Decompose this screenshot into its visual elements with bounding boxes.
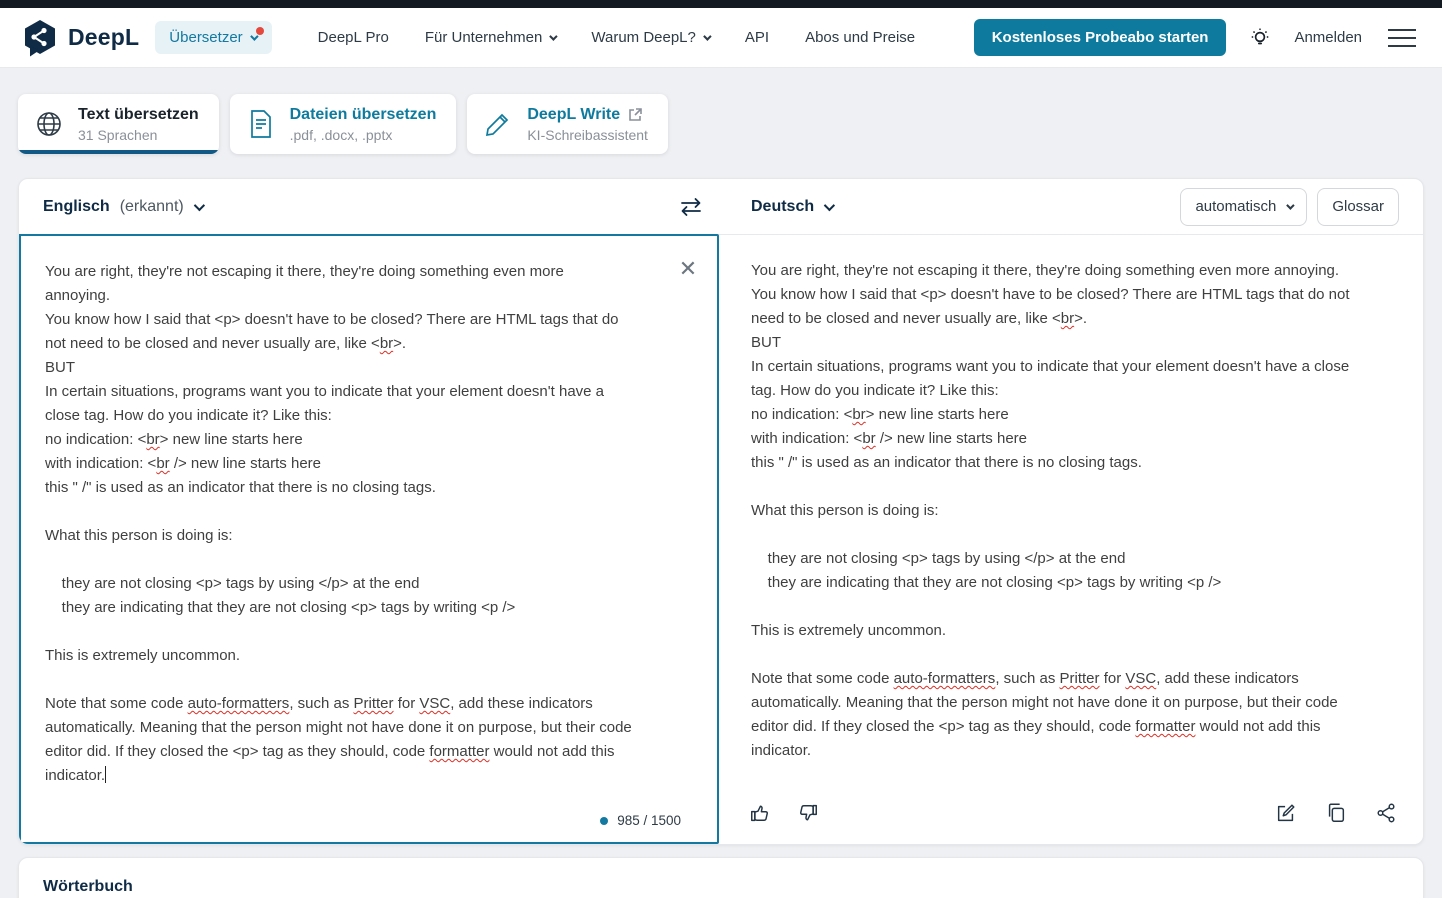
chevron-down-icon <box>549 31 559 41</box>
share-icon[interactable] <box>1375 802 1397 824</box>
document-icon <box>246 109 276 139</box>
chevron-down-icon <box>193 199 205 211</box>
feature-tabs: Text übersetzen 31 Sprachen Dateien über… <box>18 94 1424 154</box>
tab-subtitle: .pdf, .docx, .pptx <box>289 126 393 143</box>
language-header: Englisch (erkannt) Deutsch automatisch G… <box>19 179 1423 235</box>
swap-languages-icon[interactable] <box>673 190 709 224</box>
nav-item-label: Abos und Preise <box>805 29 916 46</box>
nav-item-api[interactable]: API <box>745 29 769 46</box>
source-text-area[interactable]: You are right, they're not escaping it t… <box>19 234 719 844</box>
nav-item-deepl-pro[interactable]: DeepL Pro <box>318 29 389 46</box>
tab-dateien-uebersetzen[interactable]: Dateien übersetzen .pdf, .docx, .pptx <box>229 94 457 154</box>
translator-card: Englisch (erkannt) Deutsch automatisch G… <box>18 178 1424 845</box>
main-nav: DeepL Pro Für Unternehmen Warum DeepL? A… <box>318 29 915 46</box>
deepl-logo-text: DeepL <box>68 24 140 50</box>
char-counter: 985 / 1500 <box>600 813 681 828</box>
target-footer <box>719 792 1423 844</box>
tab-deepl-write[interactable]: DeepL Write KI-Schreibassistent <box>467 94 668 154</box>
chevron-down-icon <box>823 199 836 211</box>
deepl-logo[interactable]: DeepL <box>22 19 139 57</box>
tab-title: Text übersetzen <box>78 105 199 123</box>
tab-title: DeepL Write <box>527 105 621 123</box>
chevron-down-icon <box>703 31 712 41</box>
product-switcher-uebersetzer[interactable]: Übersetzer <box>155 21 272 54</box>
nav-item-label: DeepL Pro <box>317 29 389 46</box>
browser-top-strip <box>0 0 1442 8</box>
nav-item-label: Warum DeepL? <box>591 29 696 46</box>
tab-text-uebersetzen[interactable]: Text übersetzen 31 Sprachen <box>18 94 219 154</box>
nav-item-warum-deepl[interactable]: Warum DeepL? <box>591 29 712 46</box>
notification-dot <box>255 27 264 35</box>
glossary-button[interactable]: Glossar <box>1317 187 1399 226</box>
dictionary-card[interactable]: Wörterbuch <box>18 857 1424 898</box>
char-count-value: 985 / 1500 <box>617 813 681 828</box>
dictionary-title: Wörterbuch <box>43 878 133 895</box>
formality-select[interactable]: automatisch <box>1180 187 1308 226</box>
nav-item-label: API <box>744 29 770 46</box>
hamburger-menu-icon[interactable] <box>1384 25 1420 51</box>
nav-item-abos-und-preise[interactable]: Abos und Preise <box>805 29 915 46</box>
source-text[interactable]: You are right, they're not escaping it t… <box>21 236 689 844</box>
deepl-logo-icon <box>22 19 58 57</box>
external-link-icon <box>628 107 643 122</box>
target-language-label: Deutsch <box>751 197 815 215</box>
chevron-down-icon <box>1286 200 1295 210</box>
navbar-right: Kostenloses Probeabo starten Anmelden <box>973 19 1420 56</box>
target-language-selector[interactable]: Deutsch <box>751 197 836 216</box>
navbar: DeepL Übersetzer DeepL Pro Für Unternehm… <box>0 8 1442 68</box>
lightbulb-icon[interactable] <box>1248 26 1272 50</box>
product-switcher-label: Übersetzer <box>169 29 243 46</box>
tab-subtitle: 31 Sprachen <box>78 126 158 143</box>
nav-item-fuer-unternehmen[interactable]: Für Unternehmen <box>424 29 559 46</box>
edit-translation-icon[interactable] <box>1275 802 1297 824</box>
copy-icon[interactable] <box>1325 802 1347 824</box>
tab-subtitle: KI-Schreibassistent <box>527 126 648 143</box>
detected-note: (erkannt) <box>119 197 184 215</box>
thumbs-down-icon[interactable] <box>797 802 819 824</box>
nav-item-label: Für Unternehmen <box>424 29 543 46</box>
clear-source-icon[interactable]: ✕ <box>677 258 699 280</box>
globe-icon <box>34 109 64 139</box>
target-text: You are right, they're not escaping it t… <box>751 262 1354 759</box>
source-language-selector[interactable]: Englisch (erkannt) <box>43 197 205 216</box>
login-link[interactable]: Anmelden <box>1294 29 1362 46</box>
target-text-area[interactable]: You are right, they're not escaping it t… <box>719 235 1423 844</box>
tab-title: Dateien übersetzen <box>289 105 437 123</box>
formality-label: automatisch <box>1195 198 1277 215</box>
pencil-icon <box>483 109 513 139</box>
source-language-label: Englisch <box>43 197 110 215</box>
thumbs-up-icon[interactable] <box>749 802 771 824</box>
free-trial-button[interactable]: Kostenloses Probeabo starten <box>973 19 1227 56</box>
counter-dot-icon <box>600 816 609 825</box>
